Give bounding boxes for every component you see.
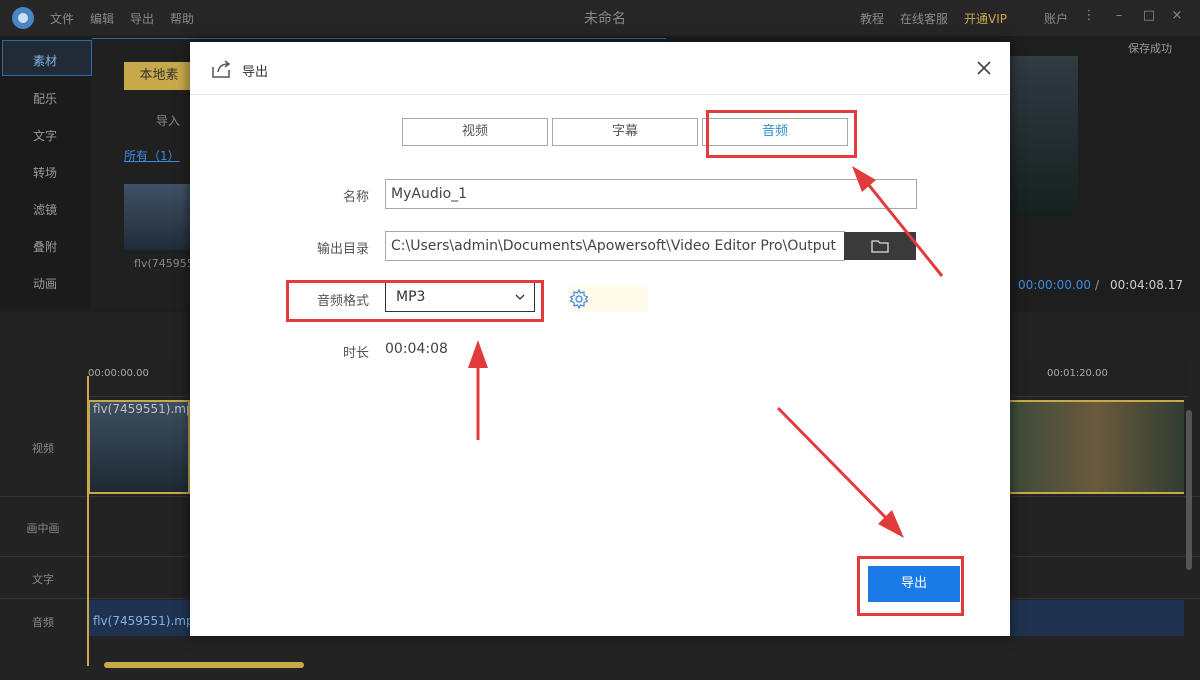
nav-item-text[interactable]: 文字 bbox=[0, 127, 90, 144]
link-vip[interactable]: 开通VIP bbox=[964, 10, 1007, 27]
audio-clip-name: flv(7459551).mp bbox=[93, 614, 194, 628]
time-separator: / bbox=[1095, 278, 1100, 292]
track-label-text: 文字 bbox=[32, 573, 54, 586]
maximize-icon[interactable]: □ bbox=[1140, 8, 1158, 26]
track-label-pip: 画中画 bbox=[26, 522, 60, 535]
minimize-icon[interactable]: – bbox=[1110, 8, 1128, 26]
window-close-icon[interactable]: × bbox=[1168, 8, 1186, 26]
media-thumbnail[interactable] bbox=[124, 184, 190, 250]
dialog-title: 导出 bbox=[242, 65, 269, 80]
total-time: 00:04:08.17 bbox=[1110, 278, 1183, 292]
thumbnail-name: flv(745955 bbox=[134, 257, 194, 270]
more-icon[interactable]: ⋮ bbox=[1080, 8, 1098, 26]
browse-folder-button[interactable] bbox=[844, 232, 916, 260]
vertical-scrollbar[interactable] bbox=[1186, 410, 1192, 570]
export-icon bbox=[212, 60, 231, 78]
highlight-export-button bbox=[857, 556, 964, 616]
video-clip-name: flv(7459551).mp bbox=[93, 402, 194, 416]
playhead[interactable] bbox=[87, 376, 89, 666]
gear-icon[interactable] bbox=[568, 288, 590, 310]
menu-file[interactable]: 文件 bbox=[50, 10, 74, 27]
tab-subtitle[interactable]: 字幕 bbox=[552, 118, 698, 146]
track-label-video: 视频 bbox=[32, 442, 54, 455]
timeline-scrollbar[interactable] bbox=[104, 662, 304, 668]
filter-all[interactable]: 所有（1） bbox=[124, 147, 180, 164]
menu-export[interactable]: 导出 bbox=[130, 10, 154, 27]
name-label: 名称 bbox=[342, 190, 369, 205]
ruler-mark-label: 00:01:20.00 bbox=[1047, 368, 1108, 379]
video-clip-frames[interactable] bbox=[1010, 400, 1184, 494]
nav-item-music[interactable]: 配乐 bbox=[0, 90, 90, 107]
app-logo-icon bbox=[12, 7, 34, 29]
window-title: 未命名 bbox=[584, 11, 626, 27]
track-label-audio: 音频 bbox=[32, 616, 54, 629]
export-dialog: 导出 视频 字幕 音频 名称 MyAudio_1 输出目录 C:\Users\a… bbox=[190, 42, 1010, 636]
ruler-start-label: 00:00:00.00 bbox=[88, 368, 149, 379]
highlight-format-row bbox=[286, 280, 544, 322]
import-label[interactable]: 导入 bbox=[156, 112, 180, 129]
current-time: 00:00:00.00 bbox=[1018, 278, 1091, 292]
nav-item-transition[interactable]: 转场 bbox=[0, 164, 90, 181]
folder-icon bbox=[871, 240, 889, 253]
output-dir-label: 输出目录 bbox=[316, 242, 369, 257]
highlight-audio-tab bbox=[706, 110, 857, 158]
tab-video[interactable]: 视频 bbox=[402, 118, 548, 146]
dialog-divider bbox=[190, 94, 1010, 95]
link-account[interactable]: 账户 bbox=[1044, 10, 1068, 27]
name-field[interactable]: MyAudio_1 bbox=[385, 179, 917, 209]
save-status: 保存成功 bbox=[1128, 42, 1172, 55]
menu-edit[interactable]: 编辑 bbox=[90, 10, 114, 27]
nav-item-overlay[interactable]: 叠附 bbox=[0, 238, 90, 255]
link-online-service[interactable]: 在线客服 bbox=[900, 10, 948, 27]
duration-value: 00:04:08 bbox=[385, 341, 448, 357]
close-icon[interactable] bbox=[972, 56, 996, 80]
duration-label: 时长 bbox=[342, 346, 369, 361]
link-tutorial[interactable]: 教程 bbox=[860, 10, 884, 27]
nav-item-filter[interactable]: 滤镜 bbox=[0, 201, 90, 218]
nav-item-animation[interactable]: 动画 bbox=[0, 275, 90, 292]
preview-window bbox=[1010, 56, 1078, 216]
output-dir-field[interactable]: C:\Users\admin\Documents\Apowersoft\Vide… bbox=[385, 231, 845, 261]
nav-item-material[interactable]: 素材 bbox=[0, 52, 90, 69]
menu-help[interactable]: 帮助 bbox=[170, 10, 194, 27]
local-media-button[interactable]: 本地素 bbox=[124, 62, 194, 90]
